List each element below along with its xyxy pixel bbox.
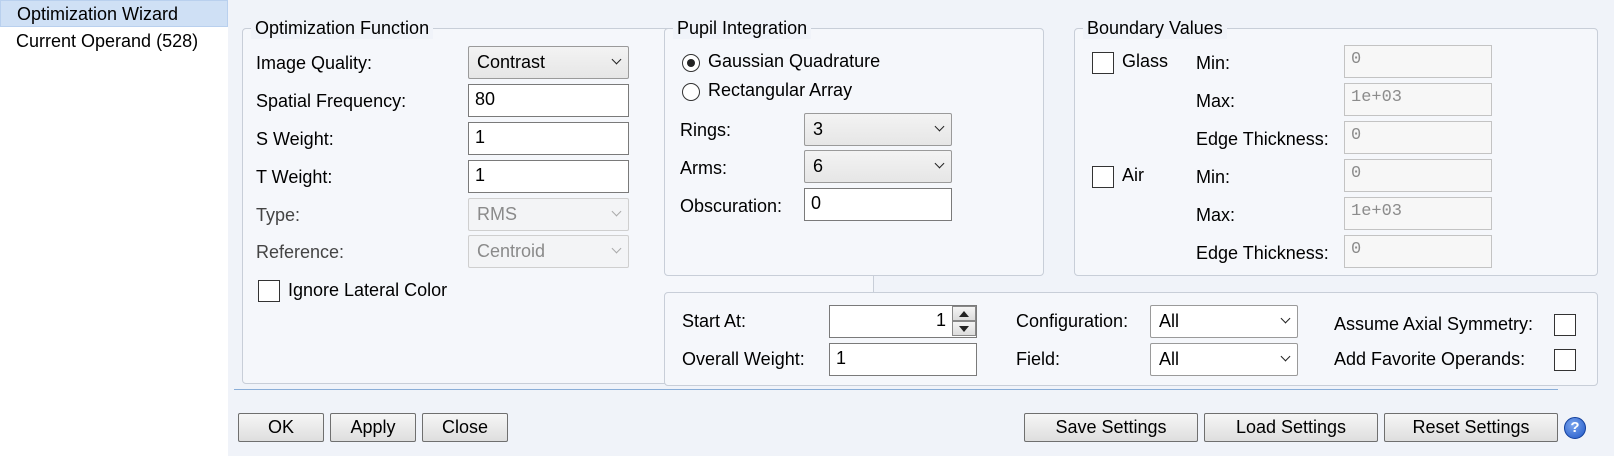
gaussian-quadrature-label: Gaussian Quadrature <box>708 51 881 71</box>
image-quality-select[interactable]: Contrast <box>468 46 629 79</box>
s-weight-label: S Weight: <box>256 129 334 149</box>
glass-edge-thickness-input[interactable]: 0 <box>1344 121 1492 154</box>
glass-max-label: Max: <box>1196 91 1236 111</box>
ignore-lateral-color-checkbox[interactable] <box>258 280 280 302</box>
add-favorite-operands-label: Add Favorite Operands: <box>1334 349 1526 369</box>
sidebar-item-optimization-wizard[interactable]: Optimization Wizard <box>0 0 228 27</box>
field-select[interactable]: All <box>1150 343 1298 376</box>
sidebar: Optimization Wizard Current Operand (528… <box>0 0 228 456</box>
rectangular-array-label: Rectangular Array <box>708 80 853 100</box>
glass-edge-thickness-label: Edge Thickness: <box>1196 129 1329 149</box>
air-label: Air <box>1122 165 1144 185</box>
air-min-label: Min: <box>1196 167 1231 187</box>
glass-checkbox[interactable] <box>1092 52 1114 74</box>
image-quality-label: Image Quality: <box>256 53 373 73</box>
air-max-input[interactable]: 1e+03 <box>1344 197 1492 230</box>
boundary-values-title: Boundary Values <box>1083 17 1227 39</box>
close-button[interactable]: Close <box>422 413 508 442</box>
rings-select[interactable]: 3 <box>804 113 952 146</box>
configuration-value: All <box>1159 311 1180 331</box>
pupil-integration-title: Pupil Integration <box>673 17 812 39</box>
air-edge-thickness-label: Edge Thickness: <box>1196 243 1329 263</box>
chevron-down-icon <box>934 121 945 132</box>
start-at-label: Start At: <box>682 311 747 331</box>
image-quality-value: Contrast <box>477 52 546 72</box>
save-settings-button[interactable]: Save Settings <box>1024 413 1198 442</box>
air-checkbox[interactable] <box>1092 166 1114 188</box>
configuration-label: Configuration: <box>1016 311 1129 331</box>
t-weight-input[interactable]: 1 <box>468 160 629 193</box>
reference-value: Centroid <box>477 241 546 261</box>
arms-label: Arms: <box>680 158 727 178</box>
glass-max-input[interactable]: 1e+03 <box>1344 83 1492 116</box>
overall-weight-input[interactable]: 1 <box>829 343 977 376</box>
type-label: Type: <box>256 205 301 225</box>
type-select[interactable]: RMS <box>468 198 629 231</box>
assume-axial-symmetry-label: Assume Axial Symmetry: <box>1334 314 1534 334</box>
wizard-panel: Optimization Function Image Quality: Con… <box>228 0 1614 456</box>
configuration-select[interactable]: All <box>1150 305 1298 338</box>
air-min-input[interactable]: 0 <box>1344 159 1492 192</box>
spin-down-icon[interactable] <box>952 321 976 336</box>
s-weight-input[interactable]: 1 <box>468 122 629 155</box>
apply-button[interactable]: Apply <box>330 413 416 442</box>
add-favorite-operands-checkbox[interactable] <box>1554 349 1576 371</box>
field-label: Field: <box>1016 349 1061 369</box>
chevron-down-icon <box>1280 351 1291 362</box>
sidebar-item-current-operand[interactable]: Current Operand (528) <box>0 28 228 55</box>
glass-min-input[interactable]: 0 <box>1344 45 1492 78</box>
assume-axial-symmetry-checkbox[interactable] <box>1554 314 1576 336</box>
general-settings-group <box>664 292 1598 386</box>
rings-value: 3 <box>813 119 824 139</box>
field-value: All <box>1159 349 1180 369</box>
glass-label: Glass <box>1122 51 1169 71</box>
load-settings-button[interactable]: Load Settings <box>1204 413 1378 442</box>
divider <box>234 389 1558 390</box>
start-at-spinner <box>952 306 976 336</box>
reference-select[interactable]: Centroid <box>468 235 629 268</box>
chevron-down-icon <box>934 158 945 169</box>
arms-select[interactable]: 6 <box>804 150 952 183</box>
spatial-frequency-input[interactable]: 80 <box>468 84 629 117</box>
obscuration-input[interactable]: 0 <box>804 188 952 221</box>
gaussian-quadrature-radio[interactable] <box>682 54 700 72</box>
chevron-down-icon <box>611 206 622 217</box>
air-edge-thickness-input[interactable]: 0 <box>1344 235 1492 268</box>
reset-settings-button[interactable]: Reset Settings <box>1384 413 1558 442</box>
glass-min-label: Min: <box>1196 53 1231 73</box>
arms-value: 6 <box>813 156 824 176</box>
chevron-down-icon <box>1280 313 1291 324</box>
overall-weight-label: Overall Weight: <box>682 349 805 369</box>
air-max-label: Max: <box>1196 205 1236 225</box>
spatial-frequency-label: Spatial Frequency: <box>256 91 407 111</box>
reference-label: Reference: <box>256 242 345 262</box>
rings-label: Rings: <box>680 120 732 140</box>
ok-button[interactable]: OK <box>238 413 324 442</box>
type-value: RMS <box>477 204 517 224</box>
chevron-down-icon <box>611 54 622 65</box>
spin-up-icon[interactable] <box>952 306 976 321</box>
ignore-lateral-color-label: Ignore Lateral Color <box>288 280 448 300</box>
chevron-down-icon <box>611 243 622 254</box>
t-weight-label: T Weight: <box>256 167 333 187</box>
rectangular-array-radio[interactable] <box>682 83 700 101</box>
optimization-function-title: Optimization Function <box>251 17 434 39</box>
help-icon[interactable]: ? <box>1564 417 1586 439</box>
obscuration-label: Obscuration: <box>680 196 783 216</box>
